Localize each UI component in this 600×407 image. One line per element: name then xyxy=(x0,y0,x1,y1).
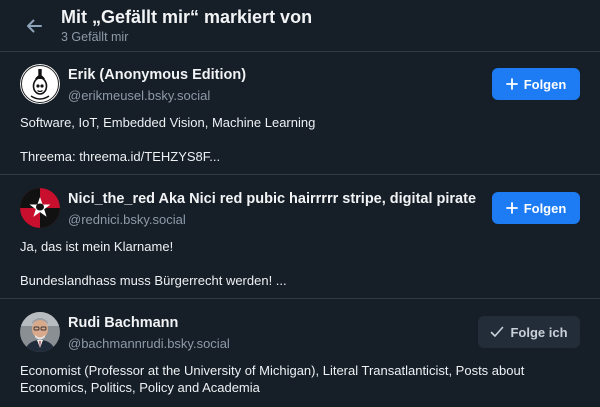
avatar[interactable] xyxy=(20,188,60,228)
user-name[interactable]: Nici_the_red Aka Nici red pubic hairrrrr… xyxy=(68,191,484,207)
user-bio: Ja, das ist mein Klarname! Bundeslandhas… xyxy=(20,238,580,289)
user-bio: Software, IoT, Embedded Vision, Machine … xyxy=(20,114,580,165)
back-button[interactable] xyxy=(18,10,50,42)
following-button-label: Folge ich xyxy=(510,324,568,340)
following-button[interactable]: Folge ich xyxy=(478,316,580,348)
avatar[interactable] xyxy=(20,312,60,352)
like-count: 3 Gefällt mir xyxy=(61,30,129,44)
follow-button[interactable]: Folgen xyxy=(492,68,580,100)
follow-button-label: Folgen xyxy=(523,76,567,92)
user-handle: @erikmeusel.bsky.social xyxy=(68,88,211,103)
follow-button[interactable]: Folgen xyxy=(492,192,580,224)
plus-icon xyxy=(505,202,518,214)
avatar[interactable] xyxy=(20,64,60,104)
follow-button-label: Folgen xyxy=(523,200,567,216)
user-handle: @rednici.bsky.social xyxy=(68,212,186,227)
page-title: Mit „Gefällt mir“ markiert von xyxy=(61,7,313,27)
bio-line: Threema: threema.id/TEHZYS8F... xyxy=(20,149,221,164)
user-bio: Economist (Professor at the University o… xyxy=(20,362,580,396)
user-name[interactable]: Rudi Bachmann xyxy=(68,315,484,331)
bio-line: Economist (Professor at the University o… xyxy=(20,363,525,395)
list-item[interactable]: Erik (Anonymous Edition) @erikmeusel.bsk… xyxy=(0,52,600,175)
bio-line: Bundeslandhass muss Bürgerrecht werden! … xyxy=(20,273,287,288)
user-handle: @bachmannrudi.bsky.social xyxy=(68,336,230,351)
plus-icon xyxy=(505,78,518,90)
check-icon xyxy=(490,326,504,338)
arrow-left-icon xyxy=(24,16,44,36)
user-name[interactable]: Erik (Anonymous Edition) xyxy=(68,67,484,83)
page-header: Mit „Gefällt mir“ markiert von 3 Gefällt… xyxy=(0,0,600,52)
list-item[interactable]: Nici_the_red Aka Nici red pubic hairrrrr… xyxy=(0,176,600,299)
bio-line: Ja, das ist mein Klarname! xyxy=(20,239,174,254)
bio-line: Software, IoT, Embedded Vision, Machine … xyxy=(20,115,316,130)
list-item[interactable]: Rudi Bachmann @bachmannrudi.bsky.social … xyxy=(0,300,600,407)
